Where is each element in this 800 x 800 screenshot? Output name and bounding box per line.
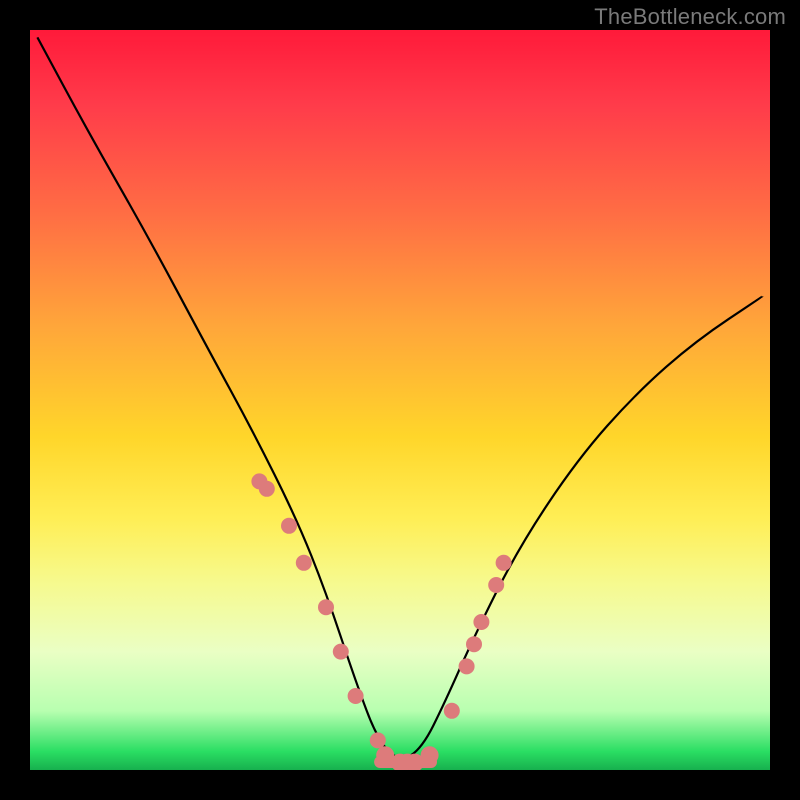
marker-dot [459,658,475,674]
outer-frame: TheBottleneck.com [0,0,800,800]
highlight-markers [251,473,511,770]
marker-dot [318,599,334,615]
marker-dot [496,555,512,571]
marker-dot [259,481,275,497]
marker-dot [466,636,482,652]
marker-dot [348,688,364,704]
marker-dot [296,555,312,571]
watermark-text: TheBottleneck.com [594,4,786,30]
marker-dot [488,577,504,593]
curve-layer [37,37,762,758]
marker-dot [473,614,489,630]
marker-dot [370,732,386,748]
marker-valley-band [374,756,437,768]
marker-dot [281,518,297,534]
bottleneck-curve [37,37,762,758]
marker-dot [444,703,460,719]
plot-area [30,30,770,770]
chart-svg [30,30,770,770]
marker-dot [333,644,349,660]
